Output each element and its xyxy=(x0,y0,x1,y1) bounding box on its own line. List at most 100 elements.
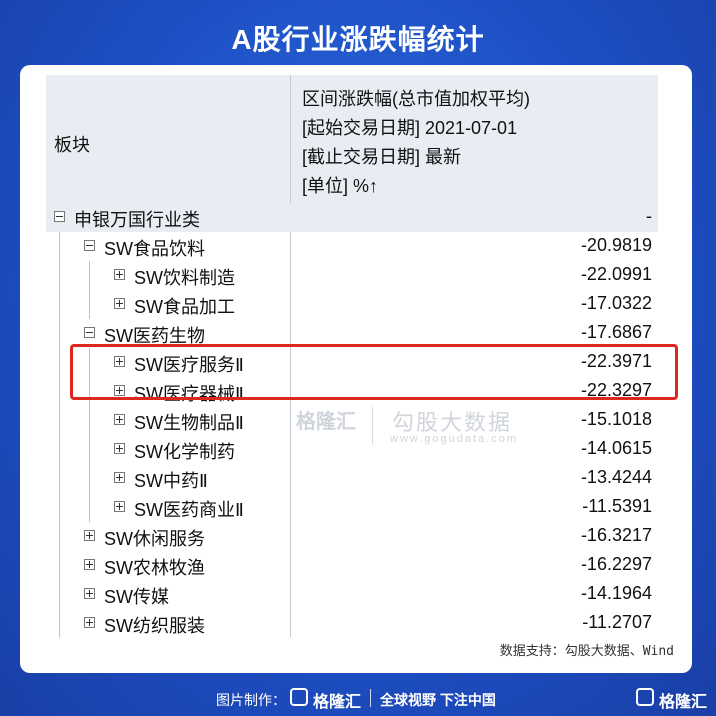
tree-guide xyxy=(59,406,60,435)
header-line: 区间涨跌幅(总市值加权平均) xyxy=(302,89,530,109)
tree-guide xyxy=(59,609,60,638)
expand-icon[interactable] xyxy=(84,617,95,628)
grid-header: 板块 区间涨跌幅(总市值加权平均) [起始交易日期] 2021-07-01 [截… xyxy=(46,75,658,204)
row-sector-name: SW医疗器械Ⅱ xyxy=(134,384,244,404)
row-sector-name: SW化学制药 xyxy=(134,442,235,462)
row-change-value: - xyxy=(646,206,652,226)
expand-icon[interactable] xyxy=(114,269,125,280)
row-change-value: -22.3297 xyxy=(580,380,652,400)
row-sector-name: SW食品加工 xyxy=(134,297,235,317)
tree-guide xyxy=(89,290,90,319)
header-line: [起始交易日期] 2021-07-01 xyxy=(302,118,518,138)
tree-guide xyxy=(59,522,60,551)
expand-icon[interactable] xyxy=(114,501,125,512)
row-sector-name: SW医药商业Ⅱ xyxy=(134,500,244,520)
tree-guide xyxy=(89,377,90,406)
table-row[interactable]: 申银万国行业类 - xyxy=(46,203,658,232)
row-change-value: -16.3217 xyxy=(580,525,652,545)
tree-guide xyxy=(59,464,60,493)
table-row[interactable]: SW化学制药 -14.0615 xyxy=(46,435,658,464)
row-change-value: -11.2707 xyxy=(582,612,652,632)
tree-guide xyxy=(59,377,60,406)
expand-icon[interactable] xyxy=(114,385,125,396)
table-row[interactable]: SW饮料制造 -22.0991 xyxy=(46,261,658,290)
tree-guide xyxy=(89,348,90,377)
data-card: 板块 区间涨跌幅(总市值加权平均) [起始交易日期] 2021-07-01 [截… xyxy=(20,65,692,673)
table-row[interactable]: SW休闲服务 -16.3217 xyxy=(46,522,658,551)
tree-guide xyxy=(89,435,90,464)
row-change-value: -14.0615 xyxy=(580,438,652,458)
row-change-value: -16.2297 xyxy=(580,554,652,574)
expand-icon[interactable] xyxy=(114,414,125,425)
expand-icon[interactable] xyxy=(114,298,125,309)
table-row[interactable]: SW传媒 -14.1964 xyxy=(46,580,658,609)
row-sector-name: SW休闲服务 xyxy=(104,529,205,549)
row-change-value: -17.0322 xyxy=(580,293,652,313)
table-row[interactable]: SW医药生物 -17.6867 xyxy=(46,319,658,348)
expand-icon[interactable] xyxy=(84,588,95,599)
table-row[interactable]: SW食品加工 -17.0322 xyxy=(46,290,658,319)
tree-guide xyxy=(59,435,60,464)
row-sector-name: SW生物制品Ⅱ xyxy=(134,413,244,433)
table-row[interactable]: SW中药Ⅱ -13.4244 xyxy=(46,464,658,493)
table-row[interactable]: SW生物制品Ⅱ -15.1018 xyxy=(46,406,658,435)
footer-slogan: 全球视野 下注中国 xyxy=(380,692,496,708)
tree-guide xyxy=(89,406,90,435)
industry-tree-grid: 板块 区间涨跌幅(总市值加权平均) [起始交易日期] 2021-07-01 [截… xyxy=(46,75,658,638)
expand-icon[interactable] xyxy=(114,443,125,454)
tree-guide xyxy=(89,261,90,290)
table-row[interactable]: SW医疗器械Ⅱ -22.3297 xyxy=(46,377,658,406)
header-line: [截止交易日期] 最新 xyxy=(302,147,462,167)
tree-guide xyxy=(89,493,90,522)
tree-guide xyxy=(59,290,60,319)
table-row[interactable]: SW农林牧渔 -16.2297 xyxy=(46,551,658,580)
row-change-value: -22.0991 xyxy=(580,264,652,284)
tree-guide xyxy=(59,493,60,522)
data-source: 数据支持：勾股大数据、Wind xyxy=(499,644,674,659)
expand-icon[interactable] xyxy=(84,530,95,541)
row-sector-name: SW农林牧渔 xyxy=(104,558,205,578)
row-change-value: -13.4244 xyxy=(580,467,652,487)
table-row[interactable]: SW医疗服务Ⅱ -22.3971 xyxy=(46,348,658,377)
row-sector-name: 申银万国行业类 xyxy=(74,210,200,230)
header-change[interactable]: 区间涨跌幅(总市值加权平均) [起始交易日期] 2021-07-01 [截止交易… xyxy=(302,85,530,201)
tree-guide xyxy=(59,551,60,580)
row-sector-name: SW纺织服装 xyxy=(104,616,205,636)
row-sector-name: SW食品饮料 xyxy=(104,239,205,259)
collapse-icon[interactable] xyxy=(84,240,95,251)
footer-divider xyxy=(370,689,371,707)
row-sector-name: SW医疗服务Ⅱ xyxy=(134,355,244,375)
collapse-icon[interactable] xyxy=(84,327,95,338)
row-change-value: -14.1964 xyxy=(580,583,652,603)
row-change-value: -11.5391 xyxy=(582,496,652,516)
row-change-value: -20.9819 xyxy=(580,235,652,255)
expand-icon[interactable] xyxy=(114,356,125,367)
row-sector-name: SW中药Ⅱ xyxy=(134,471,208,491)
tree-guide xyxy=(59,232,60,261)
tree-guide xyxy=(89,464,90,493)
footer: 图片制作： 格隆汇 全球视野 下注中国 格隆汇 xyxy=(0,680,716,716)
tree-guide xyxy=(59,261,60,290)
row-sector-name: SW饮料制造 xyxy=(134,268,235,288)
row-change-value: -17.6867 xyxy=(580,322,652,342)
corner-logo-icon xyxy=(636,688,654,706)
watermark-divider xyxy=(372,407,373,445)
footer-made-by: 图片制作： xyxy=(216,692,286,708)
table-row[interactable]: SW食品饮料 -20.9819 xyxy=(46,232,658,261)
row-change-value: -22.3971 xyxy=(580,351,652,371)
table-row[interactable]: SW医药商业Ⅱ -11.5391 xyxy=(46,493,658,522)
page-title: A股行业涨跌幅统计 xyxy=(231,24,485,55)
footer-logo: 格隆汇 xyxy=(313,694,362,711)
header-line: [单位] %↑ xyxy=(302,176,379,196)
expand-icon[interactable] xyxy=(114,472,125,483)
collapse-icon[interactable] xyxy=(54,211,65,222)
corner-logo: 格隆汇 xyxy=(659,694,708,711)
header-sector[interactable]: 板块 xyxy=(54,131,90,157)
tree-guide xyxy=(59,319,60,348)
row-change-value: -15.1018 xyxy=(580,409,652,429)
row-sector-name: SW传媒 xyxy=(104,587,169,607)
logo-icon xyxy=(290,688,308,706)
table-row[interactable]: SW纺织服装 -11.2707 xyxy=(46,609,658,638)
row-sector-name: SW医药生物 xyxy=(104,326,205,346)
expand-icon[interactable] xyxy=(84,559,95,570)
